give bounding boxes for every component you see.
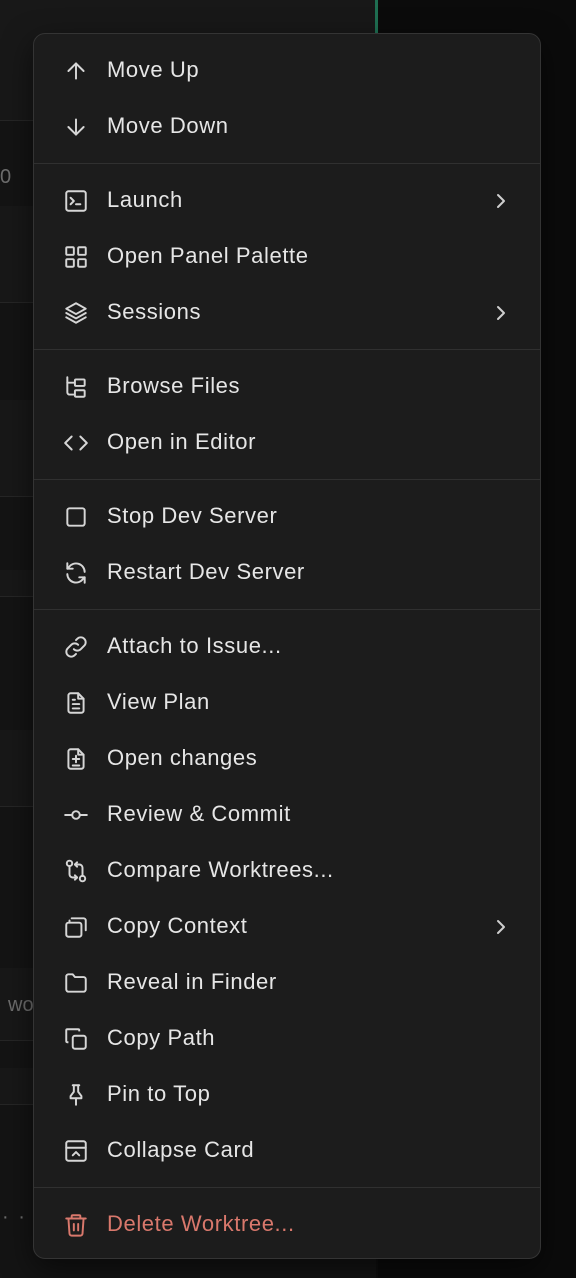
background-text: wo: [8, 994, 34, 1016]
menu-item-label: Restart Dev Server: [107, 559, 305, 584]
menu-item-stop-dev-server[interactable]: Stop Dev Server: [34, 492, 540, 542]
menu-item-label: Attach to Issue...: [107, 633, 282, 658]
menu-item-label: Stop Dev Server: [107, 503, 278, 528]
menu-item-label: Copy Context: [107, 913, 248, 938]
menu-item-view-plan[interactable]: View Plan: [34, 678, 540, 728]
code-icon: [63, 430, 89, 456]
menu-item-reveal-in-finder[interactable]: Reveal in Finder: [34, 958, 540, 1008]
grid-icon: [63, 244, 89, 270]
chevron-right-icon: [489, 301, 513, 325]
menu-item-label: Collapse Card: [107, 1137, 255, 1162]
menu-item-delete-worktree[interactable]: Delete Worktree...: [34, 1200, 540, 1250]
menu-separator: [34, 479, 540, 480]
copy-icon: [63, 1026, 89, 1052]
menu-item-open-in-editor[interactable]: Open in Editor: [34, 418, 540, 468]
file-diff-icon: [63, 746, 89, 772]
background-text: 0: [0, 166, 12, 188]
menu-item-label: Sessions: [107, 299, 202, 324]
menu-item-attach-to-issue[interactable]: Attach to Issue...: [34, 622, 540, 672]
menu-item-label: Launch: [107, 187, 183, 212]
menu-item-browse-files[interactable]: Browse Files: [34, 362, 540, 412]
menu-item-restart-dev-server[interactable]: Restart Dev Server: [34, 548, 540, 598]
menu-item-launch[interactable]: Launch: [34, 176, 540, 226]
menu-item-copy-context[interactable]: Copy Context: [34, 902, 540, 952]
menu-item-review-commit[interactable]: Review & Commit: [34, 790, 540, 840]
menu-item-label: View Plan: [107, 689, 210, 714]
menu-separator: [34, 1187, 540, 1188]
menu-item-compare-worktrees[interactable]: Compare Worktrees...: [34, 846, 540, 896]
copy-stack-icon: [63, 914, 89, 940]
background-text: · ·: [2, 1206, 27, 1228]
pin-icon: [63, 1082, 89, 1108]
menu-item-move-up[interactable]: Move Up: [34, 46, 540, 96]
chevron-right-icon: [489, 189, 513, 213]
context-menu: Move Up Move Down Launch Open Panel Pale…: [33, 33, 541, 1259]
menu-item-copy-path[interactable]: Copy Path: [34, 1014, 540, 1064]
menu-item-label: Reveal in Finder: [107, 969, 277, 994]
document-icon: [63, 690, 89, 716]
git-compare-icon: [63, 858, 89, 884]
arrow-down-icon: [63, 114, 89, 140]
chevron-right-icon: [489, 915, 513, 939]
link-icon: [63, 634, 89, 660]
menu-item-label: Browse Files: [107, 373, 241, 398]
terminal-icon: [63, 188, 89, 214]
menu-item-label: Move Down: [107, 113, 229, 138]
menu-item-label: Open changes: [107, 745, 258, 770]
folder-icon: [63, 970, 89, 996]
menu-item-label: Move Up: [107, 57, 200, 82]
menu-item-collapse-card[interactable]: Collapse Card: [34, 1126, 540, 1176]
menu-item-move-down[interactable]: Move Down: [34, 102, 540, 152]
menu-item-label: Review & Commit: [107, 801, 291, 826]
trash-icon: [63, 1212, 89, 1238]
folder-tree-icon: [63, 374, 89, 400]
collapse-card-icon: [63, 1138, 89, 1164]
menu-item-label: Pin to Top: [107, 1081, 211, 1106]
menu-item-open-panel-palette[interactable]: Open Panel Palette: [34, 232, 540, 282]
menu-item-label: Open in Editor: [107, 429, 257, 454]
menu-separator: [34, 163, 540, 164]
menu-item-label: Compare Worktrees...: [107, 857, 334, 882]
layers-icon: [63, 300, 89, 326]
menu-item-label: Open Panel Palette: [107, 243, 309, 268]
refresh-icon: [63, 560, 89, 586]
git-commit-icon: [63, 802, 89, 828]
menu-item-label: Delete Worktree...: [107, 1211, 295, 1236]
stop-square-icon: [63, 504, 89, 530]
menu-separator: [34, 349, 540, 350]
arrow-up-icon: [63, 58, 89, 84]
menu-item-sessions[interactable]: Sessions: [34, 288, 540, 338]
menu-item-label: Copy Path: [107, 1025, 216, 1050]
menu-item-pin-to-top[interactable]: Pin to Top: [34, 1070, 540, 1120]
menu-item-open-changes[interactable]: Open changes: [34, 734, 540, 784]
menu-separator: [34, 609, 540, 610]
